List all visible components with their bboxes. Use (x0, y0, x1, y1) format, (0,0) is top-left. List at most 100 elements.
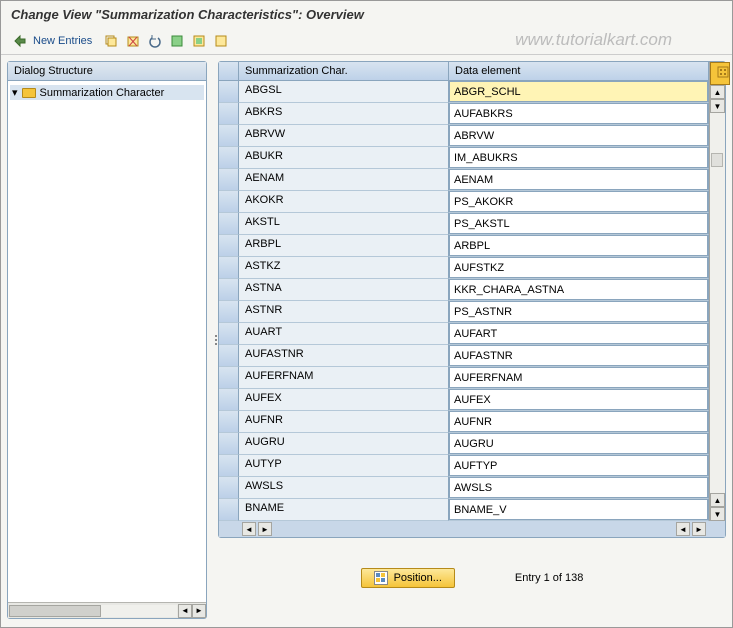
position-button[interactable]: Position... (361, 568, 455, 588)
select-block-icon[interactable] (190, 32, 208, 50)
vscroll-stepup2-icon[interactable]: ▲ (710, 493, 725, 507)
data-element-input[interactable] (449, 125, 708, 146)
row-selector[interactable] (219, 213, 239, 235)
data-element-input[interactable] (449, 433, 708, 454)
row-selector[interactable] (219, 257, 239, 279)
copy-icon[interactable] (102, 32, 120, 50)
table-config-icon[interactable] (710, 62, 730, 85)
select-all-icon[interactable] (168, 32, 186, 50)
data-element-input[interactable] (449, 213, 708, 234)
cell-summarization-char: AENAM (239, 169, 449, 191)
data-element-input[interactable] (449, 367, 708, 388)
data-element-input[interactable] (449, 279, 708, 300)
table-row: AUFERFNAM (219, 367, 709, 389)
hscroll-track[interactable] (9, 605, 177, 617)
sidebar-hscroll[interactable]: ◄ ► (8, 602, 206, 618)
col-header-data-element[interactable]: Data element (449, 62, 709, 81)
cell-data-element (449, 81, 709, 103)
folder-icon (22, 88, 36, 98)
cell-summarization-char: ABGSL (239, 81, 449, 103)
table-vscroll[interactable]: ▲ ▼ ▲ ▼ (709, 62, 725, 521)
col1-right-icon[interactable]: ► (258, 522, 272, 536)
data-element-input[interactable] (449, 499, 708, 520)
table-row: ABUKR (219, 147, 709, 169)
vscroll-down-icon[interactable]: ▼ (710, 507, 725, 521)
data-element-input[interactable] (449, 103, 708, 124)
position-label: Position... (394, 572, 442, 584)
row-selector[interactable] (219, 279, 239, 301)
data-element-input[interactable] (449, 81, 708, 102)
data-element-input[interactable] (449, 147, 708, 168)
data-element-input[interactable] (449, 169, 708, 190)
row-selector[interactable] (219, 147, 239, 169)
table-row: AUFASTNR (219, 345, 709, 367)
deselect-all-icon[interactable] (212, 32, 230, 50)
cell-summarization-char: AKOKR (239, 191, 449, 213)
tree-item-summarization[interactable]: ▾ Summarization Character (10, 85, 204, 100)
data-element-input[interactable] (449, 191, 708, 212)
cell-data-element (449, 147, 709, 169)
row-selector[interactable] (219, 455, 239, 477)
delete-icon[interactable] (124, 32, 142, 50)
cell-summarization-char: ASTKZ (239, 257, 449, 279)
row-selector[interactable] (219, 499, 239, 521)
page-title: Change View "Summarization Characteristi… (1, 1, 732, 28)
data-element-input[interactable] (449, 235, 708, 256)
cell-data-element (449, 455, 709, 477)
toggle-icon[interactable] (11, 32, 29, 50)
expand-icon[interactable]: ▾ (12, 86, 18, 99)
table-header-row: Summarization Char. Data element (219, 62, 709, 81)
row-selector[interactable] (219, 81, 239, 103)
main-area: Dialog Structure ▾ Summarization Charact… (1, 55, 732, 625)
vscroll-track[interactable] (710, 113, 725, 493)
vscroll-up-icon[interactable]: ▲ (710, 85, 725, 99)
row-selector[interactable] (219, 191, 239, 213)
undo-icon[interactable] (146, 32, 164, 50)
cell-summarization-char: ABRVW (239, 125, 449, 147)
table-row: AUART (219, 323, 709, 345)
cell-data-element (449, 191, 709, 213)
col-header-summarization[interactable]: Summarization Char. (239, 62, 449, 81)
table-row: ABGSL (219, 81, 709, 103)
col1-left-icon[interactable]: ◄ (242, 522, 256, 536)
cell-data-element (449, 411, 709, 433)
row-selector[interactable] (219, 411, 239, 433)
row-selector[interactable] (219, 389, 239, 411)
data-element-input[interactable] (449, 323, 708, 344)
row-header-col[interactable] (219, 62, 239, 81)
row-selector[interactable] (219, 323, 239, 345)
data-element-input[interactable] (449, 301, 708, 322)
cell-data-element (449, 125, 709, 147)
new-entries-button[interactable]: New Entries (33, 35, 92, 47)
vscroll-mid[interactable] (711, 153, 723, 167)
row-selector[interactable] (219, 477, 239, 499)
data-element-input[interactable] (449, 455, 708, 476)
data-element-input[interactable] (449, 411, 708, 432)
row-selector[interactable] (219, 235, 239, 257)
table-row: AKSTL (219, 213, 709, 235)
hscroll-right-icon[interactable]: ► (192, 604, 206, 618)
vscroll-stepdown-icon[interactable]: ▼ (710, 99, 725, 113)
row-selector[interactable] (219, 367, 239, 389)
data-element-input[interactable] (449, 389, 708, 410)
data-element-input[interactable] (449, 477, 708, 498)
row-selector[interactable] (219, 125, 239, 147)
row-selector[interactable] (219, 103, 239, 125)
data-element-input[interactable] (449, 257, 708, 278)
col2-right-icon[interactable]: ► (692, 522, 706, 536)
cell-data-element (449, 477, 709, 499)
cell-data-element (449, 345, 709, 367)
cell-data-element (449, 169, 709, 191)
col2-left-icon[interactable]: ◄ (676, 522, 690, 536)
row-selector[interactable] (219, 433, 239, 455)
table-hscroll: ◄ ► ◄ ► (219, 521, 725, 537)
row-selector[interactable] (219, 345, 239, 367)
hscroll-left-icon[interactable]: ◄ (178, 604, 192, 618)
data-element-input[interactable] (449, 345, 708, 366)
hscroll-thumb[interactable] (9, 605, 101, 617)
row-selector[interactable] (219, 169, 239, 191)
table-row: AUTYP (219, 455, 709, 477)
cell-summarization-char: AUFERFNAM (239, 367, 449, 389)
row-selector[interactable] (219, 301, 239, 323)
table-row: BNAME (219, 499, 709, 521)
